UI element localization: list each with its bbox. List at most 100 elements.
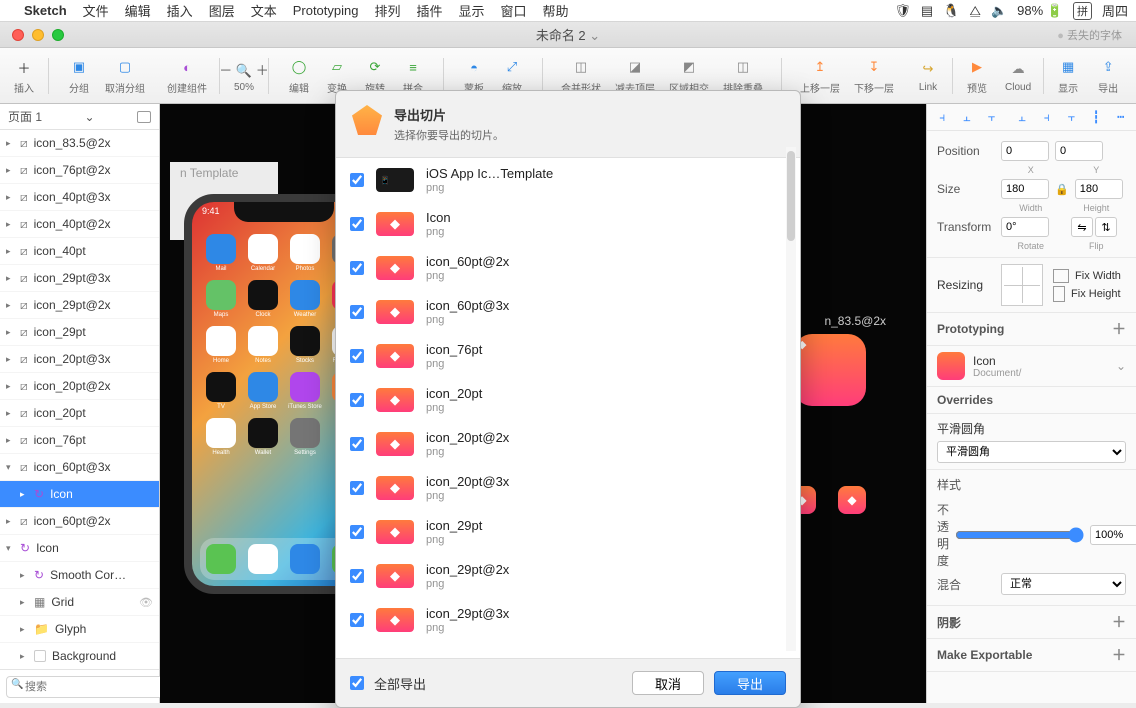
export-thumb-icon: ◆ [376,520,414,544]
export-item-checkbox[interactable] [350,349,364,363]
minimize-window-button[interactable] [32,29,44,41]
rotate-icon: ⟳ [363,56,387,78]
export-item-row[interactable]: ◆ icon_20ptpng [336,378,800,422]
export-thumb-icon: 📱 [376,168,414,192]
status-tray-icon[interactable]: ▤ [921,3,933,19]
export-thumb-icon: ◆ [376,432,414,456]
document-title[interactable]: 未命名 2 [536,25,600,44]
dialog-subtitle: 选择你要导出的切片。 [394,127,504,143]
macos-menubar: Sketch 文件 编辑 插入 图层 文本 Prototyping 排列 插件 … [0,0,1136,22]
export-item-checkbox[interactable] [350,437,364,451]
export-item-row[interactable]: 📱 iOS App Ic…Templatepng [336,158,800,202]
view-icon: ▦ [1056,56,1080,78]
export-item-checkbox[interactable] [350,305,364,319]
status-input[interactable]: 拼 [1073,2,1092,20]
menu-view[interactable]: 显示 [459,1,485,20]
status-volume-icon[interactable]: 🔈 [991,3,1007,19]
tb-group[interactable]: ▣分组 [61,56,97,95]
forward-icon: ↥ [808,56,832,78]
tb-backward[interactable]: ↧下移一层 [848,56,900,95]
export-icon: ⇪ [1096,56,1120,78]
export-thumb-icon: ◆ [376,388,414,412]
sketch-gem-icon [352,105,382,135]
tb-ungroup[interactable]: ▢取消分组 [99,56,151,95]
edit-icon: ◯ [287,56,311,78]
export-item-checkbox[interactable] [350,569,364,583]
menu-arrange[interactable]: 排列 [374,1,400,20]
scrollbar-thumb[interactable] [787,151,795,241]
export-item-checkbox[interactable] [350,173,364,187]
tb-insert[interactable]: ＋ 插入 [6,56,42,95]
export-item-row[interactable]: ◆ icon_60pt@3xpng [336,290,800,334]
tb-cloud[interactable]: ☁Cloud [999,58,1037,93]
export-thumb-icon: ◆ [376,476,414,500]
union-icon: ◫ [569,56,593,78]
export-item-row[interactable]: ◆ Iconpng [336,202,800,246]
exclude-icon: ◫ [731,56,755,78]
export-item-row[interactable]: ◆ icon_29ptpng [336,510,800,554]
export-button[interactable]: 导出 [714,671,786,695]
menu-window[interactable]: 窗口 [501,1,527,20]
subtract-icon: ◪ [623,56,647,78]
play-icon: ▶ [965,56,989,78]
export-dialog: 导出切片 选择你要导出的切片。 📱 iOS App Ic…Templatepng… [335,90,801,708]
status-clock[interactable]: 周四 [1102,1,1128,20]
export-list[interactable]: 📱 iOS App Ic…Templatepng ◆ Iconpng ◆ ico… [336,157,800,659]
dialog-overlay: 导出切片 选择你要导出的切片。 📱 iOS App Ic…Templatepng… [0,104,1136,703]
menu-layer[interactable]: 图层 [209,1,235,20]
status-wifi-icon[interactable]: ⧋ [969,3,981,19]
export-item-checkbox[interactable] [350,393,364,407]
app-name[interactable]: Sketch [24,3,67,18]
close-window-button[interactable] [12,29,24,41]
export-thumb-icon: ◆ [376,564,414,588]
tb-preview[interactable]: ▶预览 [959,56,995,95]
zoom-window-button[interactable] [52,29,64,41]
backward-icon: ↧ [862,56,886,78]
menu-edit[interactable]: 编辑 [125,1,151,20]
intersect-icon: ◩ [677,56,701,78]
menu-insert[interactable]: 插入 [167,1,193,20]
window-titlebar: 未命名 2 丢失的字体 [0,22,1136,48]
export-item-row[interactable]: ◆ icon_20pt@3xpng [336,466,800,510]
tb-forward[interactable]: ↥上移一层 [794,56,846,95]
export-item-row[interactable]: ◆ icon_60pt@2xpng [336,246,800,290]
tb-export[interactable]: ⇪导出 [1090,56,1126,95]
export-all-checkbox[interactable] [350,676,364,690]
tb-link[interactable]: ↪Link [910,58,946,93]
status-qq-icon[interactable]: 🐧 [943,3,959,19]
scale-icon: ⤢ [500,56,524,78]
cloud-icon: ☁ [1006,58,1030,80]
tb-zoom[interactable]: － 🔍 ＋ 50% [226,58,262,93]
export-thumb-icon: ◆ [376,344,414,368]
zoom-icon: － 🔍 ＋ [232,58,256,80]
menu-help[interactable]: 帮助 [543,1,569,20]
export-item-checkbox[interactable] [350,525,364,539]
export-thumb-icon: ◆ [376,212,414,236]
flatten-icon: ≡ [401,56,425,78]
menu-prototyping[interactable]: Prototyping [293,3,359,18]
export-item-row[interactable]: ◆ icon_29pt@3xpng [336,598,800,642]
tb-edit[interactable]: ◯编辑 [281,56,317,95]
menu-file[interactable]: 文件 [83,1,109,20]
export-item-checkbox[interactable] [350,261,364,275]
export-thumb-icon: ◆ [376,300,414,324]
export-item-checkbox[interactable] [350,217,364,231]
missing-fonts-note[interactable]: 丢失的字体 [1057,27,1136,43]
ungroup-icon: ▢ [113,56,137,78]
export-item-row[interactable]: ◆ icon_20pt@2xpng [336,422,800,466]
mask-icon: ◓ [462,56,486,78]
dialog-title: 导出切片 [394,105,504,124]
tb-view[interactable]: ▦显示 [1050,56,1086,95]
cancel-button[interactable]: 取消 [632,671,704,695]
menu-plugins[interactable]: 插件 [417,1,443,20]
export-all-label: 全部导出 [374,674,426,693]
export-item-checkbox[interactable] [350,613,364,627]
tb-create-symbol[interactable]: ◐创建组件 [161,56,213,95]
status-shield-icon[interactable]: 🛡 [894,3,911,19]
export-item-checkbox[interactable] [350,481,364,495]
link-icon: ↪ [916,58,940,80]
export-item-row[interactable]: ◆ icon_29pt@2xpng [336,554,800,598]
export-item-row[interactable]: ◆ icon_76ptpng [336,334,800,378]
status-battery[interactable]: 98% 🔋 [1017,3,1063,19]
menu-text[interactable]: 文本 [251,1,277,20]
